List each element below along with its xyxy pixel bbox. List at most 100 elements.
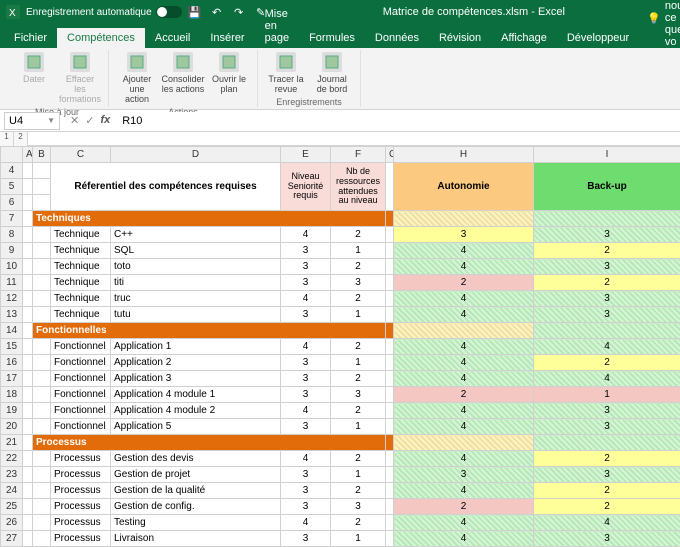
cell-autonomie[interactable]: 4: [394, 451, 534, 467]
row-header[interactable]: 10: [1, 259, 23, 275]
cell-backup[interactable]: 2: [534, 355, 680, 371]
cell-nb[interactable]: 1: [331, 307, 386, 323]
ribbon-button[interactable]: Consolider les actions: [161, 50, 205, 106]
cell-nb[interactable]: 2: [331, 451, 386, 467]
cell-nb[interactable]: 2: [331, 403, 386, 419]
cell-backup[interactable]: 1: [534, 387, 680, 403]
outline-level-2[interactable]: 2: [14, 132, 28, 146]
cell-nb[interactable]: 1: [331, 531, 386, 547]
cell-name[interactable]: Gestion de projet: [111, 467, 281, 483]
row-header[interactable]: 24: [1, 483, 23, 499]
cell-niveau[interactable]: 3: [281, 307, 331, 323]
column-header[interactable]: A: [23, 147, 33, 163]
cell-backup[interactable]: 2: [534, 499, 680, 515]
cell-autonomie[interactable]: 4: [394, 259, 534, 275]
cell-cat[interactable]: Fonctionnel: [51, 403, 111, 419]
row-header[interactable]: 14: [1, 323, 23, 339]
cell-name[interactable]: Application 3: [111, 371, 281, 387]
cell-backup[interactable]: 3: [534, 227, 680, 243]
cell-backup[interactable]: 3: [534, 419, 680, 435]
cell-name[interactable]: Gestion des devis: [111, 451, 281, 467]
cell-name[interactable]: Application 4 module 1: [111, 387, 281, 403]
cell[interactable]: [534, 211, 680, 227]
row-header[interactable]: 15: [1, 339, 23, 355]
row-header[interactable]: 20: [1, 419, 23, 435]
cell-autonomie[interactable]: 4: [394, 243, 534, 259]
cell-autonomie[interactable]: 3: [394, 227, 534, 243]
column-header[interactable]: H: [394, 147, 534, 163]
cell-nb[interactable]: 2: [331, 259, 386, 275]
select-all-corner[interactable]: [1, 147, 23, 163]
cell-name[interactable]: SQL: [111, 243, 281, 259]
cell-backup[interactable]: 2: [534, 243, 680, 259]
cell-niveau[interactable]: 4: [281, 339, 331, 355]
redo-icon[interactable]: ↷: [232, 5, 246, 19]
row-header[interactable]: 4: [1, 163, 23, 179]
save-icon[interactable]: 💾: [188, 5, 202, 19]
row-header[interactable]: 8: [1, 227, 23, 243]
cell[interactable]: [394, 211, 534, 227]
ribbon-button[interactable]: Tracer la revue: [264, 50, 308, 96]
row-header[interactable]: 9: [1, 243, 23, 259]
row-header[interactable]: 6: [1, 195, 23, 211]
cell-niveau[interactable]: 4: [281, 515, 331, 531]
row-header[interactable]: 7: [1, 211, 23, 227]
row-header[interactable]: 25: [1, 499, 23, 515]
cell-cat[interactable]: Technique: [51, 243, 111, 259]
row-header[interactable]: 19: [1, 403, 23, 419]
cell-nb[interactable]: 3: [331, 499, 386, 515]
cell-backup[interactable]: 3: [534, 403, 680, 419]
cell-nb[interactable]: 1: [331, 243, 386, 259]
cell-cat[interactable]: Processus: [51, 483, 111, 499]
cell-name[interactable]: Application 4 module 2: [111, 403, 281, 419]
cell-niveau[interactable]: 3: [281, 531, 331, 547]
row-header[interactable]: 17: [1, 371, 23, 387]
cell-niveau[interactable]: 3: [281, 387, 331, 403]
cell[interactable]: [394, 323, 534, 339]
cell[interactable]: [534, 435, 680, 451]
cell-autonomie[interactable]: 4: [394, 291, 534, 307]
ribbon-button[interactable]: Ajouter une action: [115, 50, 159, 106]
tab-accueil[interactable]: Accueil: [145, 28, 200, 48]
cell-backup[interactable]: 3: [534, 531, 680, 547]
tab-révision[interactable]: Révision: [429, 28, 491, 48]
row-header[interactable]: 11: [1, 275, 23, 291]
column-header[interactable]: E: [281, 147, 331, 163]
cell-cat[interactable]: Technique: [51, 307, 111, 323]
ribbon-button[interactable]: Dater: [12, 50, 56, 106]
toggle-off-icon[interactable]: [156, 6, 182, 18]
cell-name[interactable]: truc: [111, 291, 281, 307]
cell-niveau[interactable]: 4: [281, 291, 331, 307]
cell-cat[interactable]: Processus: [51, 499, 111, 515]
row-header[interactable]: 21: [1, 435, 23, 451]
column-header[interactable]: G: [386, 147, 394, 163]
tab-formules[interactable]: Formules: [299, 28, 365, 48]
cancel-icon[interactable]: ✕: [70, 114, 79, 127]
row-header[interactable]: 18: [1, 387, 23, 403]
row-header[interactable]: 13: [1, 307, 23, 323]
cell-cat[interactable]: Processus: [51, 467, 111, 483]
cell-niveau[interactable]: 4: [281, 227, 331, 243]
cell-nb[interactable]: 2: [331, 515, 386, 531]
cell-name[interactable]: Application 5: [111, 419, 281, 435]
cell-name[interactable]: titi: [111, 275, 281, 291]
spreadsheet-grid[interactable]: ABCDEFGHI 4Réferentiel des compétences r…: [0, 146, 680, 547]
cell-niveau[interactable]: 4: [281, 451, 331, 467]
cell-backup[interactable]: 3: [534, 307, 680, 323]
cell-autonomie[interactable]: 4: [394, 531, 534, 547]
cell-backup[interactable]: 4: [534, 371, 680, 387]
cell-cat[interactable]: Fonctionnel: [51, 355, 111, 371]
cell-name[interactable]: Livraison: [111, 531, 281, 547]
tab-compétences[interactable]: Compétences: [57, 28, 145, 48]
cell-backup[interactable]: 3: [534, 291, 680, 307]
cell-backup[interactable]: 4: [534, 515, 680, 531]
ribbon-button[interactable]: Ouvrir le plan: [207, 50, 251, 106]
column-header[interactable]: D: [111, 147, 281, 163]
cell-autonomie[interactable]: 4: [394, 403, 534, 419]
cell-niveau[interactable]: 4: [281, 403, 331, 419]
cell-cat[interactable]: Fonctionnel: [51, 387, 111, 403]
ribbon-button[interactable]: Effacer les formations: [58, 50, 102, 106]
autosave-toggle[interactable]: Enregistrement automatique: [26, 6, 182, 18]
cell-niveau[interactable]: 3: [281, 355, 331, 371]
cell-autonomie[interactable]: 2: [394, 275, 534, 291]
